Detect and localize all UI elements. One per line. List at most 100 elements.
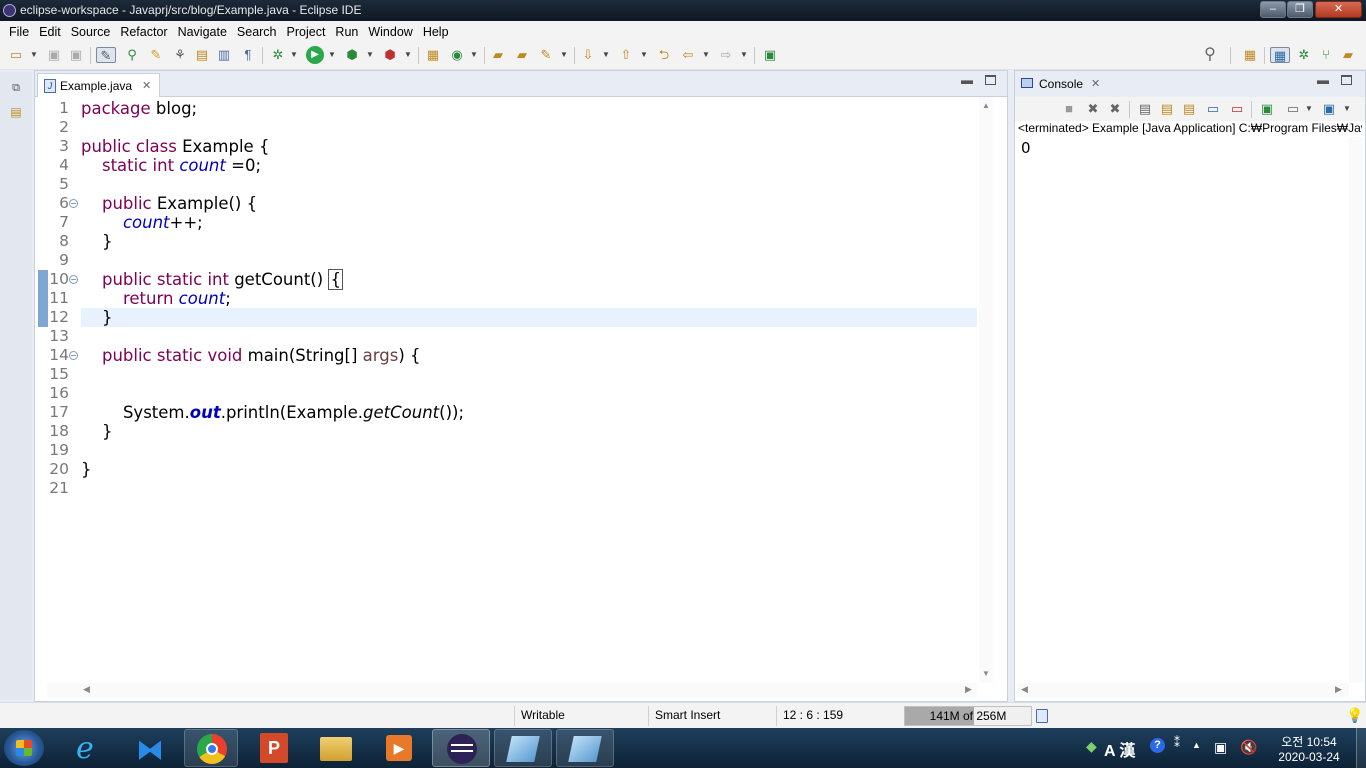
menu-search[interactable]: Search bbox=[232, 25, 282, 39]
run-icon[interactable]: ▶ bbox=[306, 46, 324, 64]
taskbar-eclipse[interactable] bbox=[432, 729, 490, 767]
external-tools-dropdown-icon[interactable]: ▼ bbox=[404, 47, 412, 63]
network-icon[interactable]: ▣ bbox=[1214, 739, 1227, 756]
taskbar-media-player[interactable]: ▶ bbox=[372, 729, 426, 767]
previous-edit-icon[interactable]: ⇧ bbox=[618, 47, 634, 63]
next-edit-icon[interactable]: ⇩ bbox=[580, 47, 596, 63]
console-horizontal-scrollbar[interactable]: ◀ ▶ bbox=[1017, 683, 1349, 697]
debug-perspective-icon[interactable]: ✲ bbox=[1296, 47, 1312, 63]
menu-file[interactable]: File bbox=[4, 25, 34, 39]
console-scroll-right-icon[interactable]: ▶ bbox=[1335, 684, 1342, 695]
open-perspective-icon[interactable]: ▦ bbox=[1242, 47, 1258, 63]
menu-refactor[interactable]: Refactor bbox=[115, 25, 172, 39]
external-tools-icon[interactable]: ⬢ bbox=[382, 47, 398, 63]
new-class-dropdown-icon[interactable]: ▼ bbox=[470, 47, 478, 63]
display-console-dropdown-icon[interactable]: ▼ bbox=[1305, 101, 1313, 117]
fold-toggle-icon[interactable]: − bbox=[69, 351, 78, 360]
language-bar-icon[interactable]: ◆ bbox=[1086, 738, 1097, 755]
previous-edit-dropdown-icon[interactable]: ▼ bbox=[640, 47, 648, 63]
fold-toggle-icon[interactable]: − bbox=[69, 199, 78, 208]
terminate-icon[interactable]: ■ bbox=[1061, 101, 1077, 117]
ime-indicator[interactable]: A 漢 bbox=[1104, 737, 1135, 761]
console-vertical-scrollbar[interactable] bbox=[1349, 137, 1363, 683]
taskbar-vscode[interactable]: ⧓ bbox=[124, 729, 178, 767]
last-edit-location-icon[interactable]: ⮌ bbox=[656, 47, 672, 63]
scroll-lock-icon[interactable]: ▤ bbox=[1159, 101, 1175, 117]
resource-perspective-icon[interactable]: ▰ bbox=[1340, 47, 1356, 63]
menu-help[interactable]: Help bbox=[418, 25, 454, 39]
taskbar-internet-explorer[interactable]: e bbox=[62, 729, 116, 767]
menu-run[interactable]: Run bbox=[330, 25, 363, 39]
display-console-icon[interactable]: ▭ bbox=[1285, 101, 1301, 117]
restore-icon[interactable]: ⧉ bbox=[8, 80, 24, 96]
clock-date[interactable]: 2020-03-24 bbox=[1268, 750, 1350, 764]
back-dropdown-icon[interactable]: ▼ bbox=[702, 47, 710, 63]
close-window-button[interactable]: ✕ bbox=[1315, 1, 1362, 18]
maximize-button[interactable]: ❐ bbox=[1287, 1, 1313, 18]
close-tab-icon[interactable]: ✕ bbox=[142, 79, 151, 92]
maximize-console-icon[interactable] bbox=[1341, 75, 1352, 85]
coverage-dropdown-icon[interactable]: ▼ bbox=[366, 47, 374, 63]
show-desktop-button[interactable] bbox=[1356, 728, 1366, 768]
ime-options-icon[interactable]: ⁑ bbox=[1174, 736, 1180, 750]
new-java-project-icon[interactable]: ▦ bbox=[425, 47, 441, 63]
package-explorer-icon[interactable]: ▤ bbox=[8, 104, 24, 120]
taskbar-file-explorer[interactable] bbox=[310, 729, 364, 767]
code-editor[interactable]: 1 package blog; 2 3 public class Example {4 … bbox=[35, 97, 1007, 683]
show-hidden-icons[interactable]: ▲ bbox=[1192, 740, 1201, 750]
pin-console-icon[interactable]: ▣ bbox=[1259, 101, 1275, 117]
open-type-icon[interactable]: ▰ bbox=[490, 47, 506, 63]
menu-source[interactable]: Source bbox=[66, 25, 116, 39]
save-all-icon[interactable]: ▣ bbox=[68, 47, 84, 63]
coverage-icon[interactable]: ⬢ bbox=[344, 47, 360, 63]
taskbar-app-1[interactable] bbox=[494, 729, 552, 767]
open-console-icon[interactable]: ▣ bbox=[1321, 101, 1337, 117]
new-class-icon[interactable]: ◉ bbox=[449, 47, 465, 63]
clear-console-icon[interactable]: ▤ bbox=[1137, 101, 1153, 117]
console-scroll-left-icon[interactable]: ◀ bbox=[1021, 684, 1028, 695]
git-perspective-icon[interactable]: ⑂ bbox=[1318, 47, 1334, 63]
minimize-editor-icon[interactable]: ▬ bbox=[961, 73, 973, 87]
console-tab-label[interactable]: Console bbox=[1039, 77, 1083, 91]
menu-window[interactable]: Window bbox=[363, 25, 417, 39]
open-task-icon[interactable]: ▰ bbox=[514, 47, 530, 63]
pin-editor-icon[interactable]: ▣ bbox=[762, 47, 778, 63]
console-output[interactable]: 0 bbox=[1021, 139, 1031, 157]
fold-toggle-icon[interactable]: − bbox=[69, 275, 78, 284]
search-icon[interactable]: ⚲ bbox=[1202, 47, 1218, 63]
search-tool-icon[interactable]: ✎ bbox=[538, 47, 554, 63]
toggle-mark-occurrences-icon[interactable]: ✎ bbox=[96, 47, 116, 63]
editor-horizontal-scrollbar[interactable]: ◀ ▶ bbox=[47, 683, 977, 697]
scroll-up-icon[interactable]: ▲ bbox=[982, 101, 990, 110]
run-dropdown-icon[interactable]: ▼ bbox=[328, 47, 336, 63]
tip-lightbulb-icon[interactable]: 💡 bbox=[1346, 707, 1363, 724]
scroll-left-icon[interactable]: ◀ bbox=[83, 684, 90, 695]
volume-muted-icon[interactable]: 🔇 bbox=[1240, 739, 1257, 756]
maximize-editor-icon[interactable] bbox=[985, 75, 996, 85]
new-dropdown-icon[interactable]: ▼ bbox=[30, 47, 38, 63]
highlight-icon[interactable]: ✎ bbox=[148, 47, 164, 63]
taskbar-powerpoint[interactable]: P bbox=[248, 729, 302, 767]
remove-all-terminated-icon[interactable]: ✖ bbox=[1107, 101, 1123, 117]
menu-project[interactable]: Project bbox=[282, 25, 331, 39]
minimize-console-icon[interactable]: ▬ bbox=[1317, 73, 1329, 87]
search-dropdown-icon[interactable]: ▼ bbox=[560, 47, 568, 63]
taskbar-app-2[interactable] bbox=[556, 729, 614, 767]
menu-edit[interactable]: Edit bbox=[34, 25, 66, 39]
forward-icon[interactable]: ⇨ bbox=[718, 47, 734, 63]
help-icon[interactable]: ? bbox=[1150, 738, 1165, 753]
minimize-button[interactable]: – bbox=[1260, 1, 1286, 18]
open-console-dropdown-icon[interactable]: ▼ bbox=[1343, 101, 1351, 117]
search-pin-icon[interactable]: ⚘ bbox=[172, 47, 188, 63]
remove-launch-icon[interactable]: ✖ bbox=[1085, 101, 1101, 117]
debug-dropdown-icon[interactable]: ▼ bbox=[290, 47, 298, 63]
editor-tab-example-java[interactable]: J Example.java ✕ bbox=[37, 73, 161, 97]
menu-navigate[interactable]: Navigate bbox=[173, 25, 232, 39]
forward-dropdown-icon[interactable]: ▼ bbox=[740, 47, 748, 63]
show-whitespace-icon[interactable]: ¶ bbox=[240, 47, 256, 63]
scroll-down-icon[interactable]: ▼ bbox=[982, 669, 990, 678]
start-button[interactable] bbox=[4, 730, 44, 766]
editor-vertical-scrollbar[interactable]: ▲ ▼ bbox=[979, 97, 993, 683]
show-on-stderr-icon[interactable]: ▭ bbox=[1229, 101, 1245, 117]
close-console-icon[interactable]: ✕ bbox=[1091, 77, 1100, 90]
